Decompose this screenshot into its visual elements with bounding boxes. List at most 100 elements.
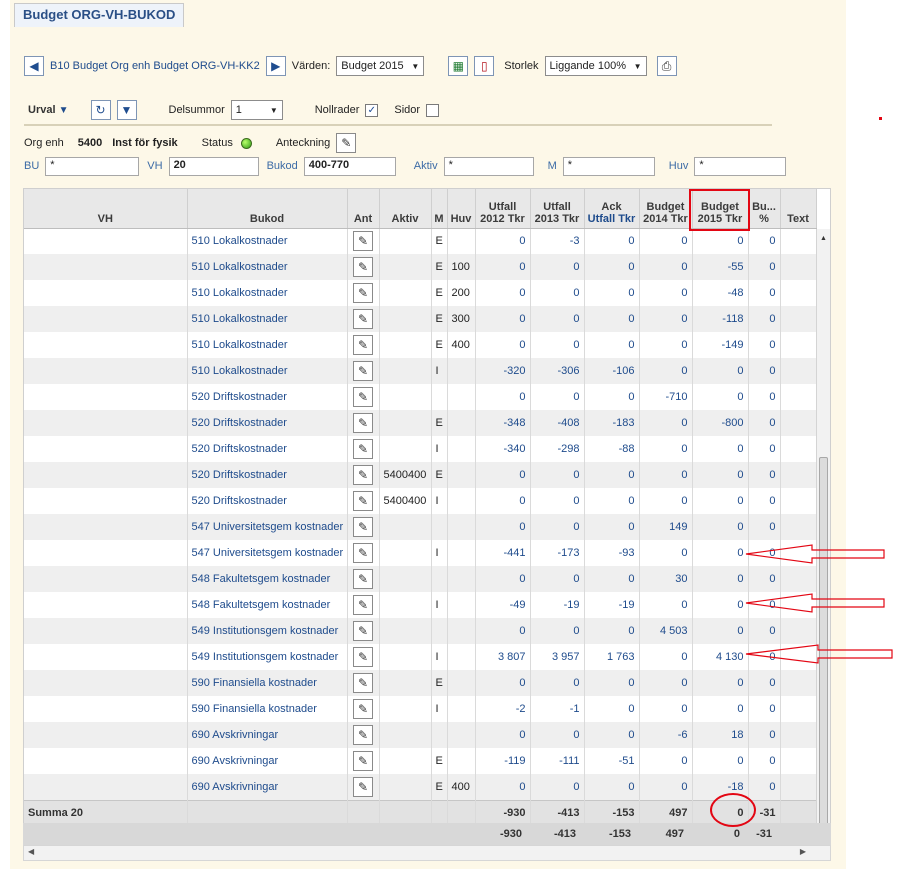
- size-select[interactable]: Liggande 100% ▼: [544, 56, 647, 76]
- cell-text[interactable]: [780, 566, 817, 592]
- table-row[interactable]: 549 Institutionsgem kostnader ✎ 0 0 0 4 503 0 0: [24, 618, 817, 644]
- pencil-icon[interactable]: ✎: [353, 335, 373, 355]
- pencil-icon[interactable]: ✎: [353, 465, 373, 485]
- table-row[interactable]: 510 Lokalkostnader ✎ E 100 0 0 0 0 -55 0: [24, 254, 817, 280]
- cell-bukod[interactable]: 510 Lokalkostnader: [187, 254, 348, 280]
- cell-budget-2015[interactable]: -118: [692, 306, 749, 332]
- cell-bukod[interactable]: 590 Finansiella kostnader: [187, 670, 348, 696]
- cell-bukod[interactable]: 690 Avskrivningar: [187, 722, 348, 748]
- urval-button[interactable]: Urval ▼: [28, 104, 69, 116]
- excel-export-icon[interactable]: ▦: [448, 56, 469, 76]
- cell-bukod[interactable]: 520 Driftskostnader: [187, 410, 348, 436]
- cell-text[interactable]: [780, 722, 817, 748]
- cell-text[interactable]: [780, 514, 817, 540]
- cell-bukod[interactable]: 549 Institutionsgem kostnader: [187, 644, 348, 670]
- pencil-icon[interactable]: ✎: [353, 569, 373, 589]
- cell-budget-2015[interactable]: 0: [692, 696, 749, 722]
- cell-bukod[interactable]: 690 Avskrivningar: [187, 748, 348, 774]
- cell-text[interactable]: [780, 462, 817, 488]
- cell-text[interactable]: [780, 254, 817, 280]
- column-header-bu-pct[interactable]: Bu...%: [748, 189, 781, 229]
- bukod-input[interactable]: 400-770: [303, 156, 396, 176]
- pencil-icon[interactable]: ✎: [353, 621, 373, 641]
- pencil-icon[interactable]: ✎: [353, 387, 373, 407]
- cell-budget-2015[interactable]: 0: [692, 592, 749, 618]
- column-header-utfall-2012[interactable]: Utfall 2012 Tkr: [475, 189, 531, 229]
- table-row[interactable]: 510 Lokalkostnader ✎ E 400 0 0 0 0 -149 0: [24, 332, 817, 358]
- pencil-icon[interactable]: ✎: [336, 133, 357, 153]
- pencil-icon[interactable]: ✎: [353, 776, 373, 797]
- cell-text[interactable]: [780, 670, 817, 696]
- pdf-export-icon[interactable]: ▯: [474, 56, 495, 76]
- print-icon[interactable]: ⎙: [656, 56, 677, 76]
- cell-bukod[interactable]: 510 Lokalkostnader: [187, 306, 348, 332]
- pencil-icon[interactable]: ✎: [353, 751, 373, 771]
- delsummor-select[interactable]: 1 ▼: [230, 100, 283, 120]
- pencil-icon[interactable]: ✎: [353, 439, 373, 459]
- table-row[interactable]: 510 Lokalkostnader ✎ E 200 0 0 0 0 -48 0: [24, 280, 817, 306]
- table-row[interactable]: 590 Finansiella kostnader ✎ I -2 -1 0 0 0 0: [24, 696, 817, 722]
- table-row[interactable]: 510 Lokalkostnader ✎ E 0 -3 0 0 0 0: [24, 228, 817, 254]
- cell-text[interactable]: [780, 228, 817, 254]
- table-row[interactable]: 690 Avskrivningar ✎ E -119 -111 -51 0 0 0: [24, 748, 817, 774]
- sidor-checkbox[interactable]: [426, 103, 440, 117]
- cell-budget-2015[interactable]: 0: [692, 436, 749, 462]
- table-row[interactable]: 520 Driftskostnader ✎ I -340 -298 -88 0 0 0: [24, 436, 817, 462]
- cell-text[interactable]: [780, 488, 817, 514]
- cell-budget-2015[interactable]: 0: [692, 748, 749, 774]
- column-header-aktiv[interactable]: Aktiv: [379, 189, 432, 229]
- aktiv-input[interactable]: *: [443, 156, 534, 176]
- cell-bukod[interactable]: 549 Institutionsgem kostnader: [187, 618, 348, 644]
- table-row[interactable]: 520 Driftskostnader ✎ E -348 -408 -183 0 -800 0: [24, 410, 817, 436]
- cell-bukod[interactable]: 548 Fakultetsgem kostnader: [187, 566, 348, 592]
- pencil-icon[interactable]: ✎: [353, 491, 373, 511]
- cell-budget-2015[interactable]: -149: [692, 332, 749, 358]
- cell-bukod[interactable]: 520 Driftskostnader: [187, 384, 348, 410]
- pencil-icon[interactable]: ✎: [353, 725, 373, 745]
- cell-text[interactable]: [780, 358, 817, 384]
- cell-budget-2015[interactable]: -800: [692, 410, 749, 436]
- cell-text[interactable]: [780, 774, 817, 800]
- cell-text[interactable]: [780, 618, 817, 644]
- nollrader-checkbox[interactable]: ✓: [365, 103, 379, 117]
- cell-text[interactable]: [780, 384, 817, 410]
- pencil-icon[interactable]: ✎: [353, 699, 373, 719]
- cell-budget-2015[interactable]: 18: [692, 722, 749, 748]
- table-row[interactable]: 548 Fakultetsgem kostnader ✎ I -49 -19 -19 0 0 0: [24, 592, 817, 618]
- pencil-icon[interactable]: ✎: [353, 543, 373, 563]
- table-row[interactable]: 520 Driftskostnader ✎ 0 0 0 -710 0 0: [24, 384, 817, 410]
- cell-budget-2015[interactable]: 0: [692, 540, 749, 566]
- cell-budget-2015[interactable]: 4 130: [692, 644, 749, 670]
- back-arrow-icon[interactable]: ◀: [24, 56, 44, 76]
- refresh-icon[interactable]: ↻: [90, 100, 111, 120]
- scroll-left-icon[interactable]: ◀: [28, 847, 34, 856]
- cell-budget-2015[interactable]: -55: [692, 254, 749, 280]
- cell-text[interactable]: [780, 306, 817, 332]
- cell-bukod[interactable]: 547 Universitetsgem kostnader: [187, 514, 348, 540]
- horizontal-scrollbar[interactable]: ◀ ▶: [23, 845, 831, 861]
- pencil-icon[interactable]: ✎: [353, 283, 373, 303]
- column-header-text[interactable]: Text: [780, 189, 817, 229]
- cell-budget-2015[interactable]: 0: [692, 514, 749, 540]
- cell-bukod[interactable]: 510 Lokalkostnader: [187, 332, 348, 358]
- pencil-icon[interactable]: ✎: [353, 309, 373, 329]
- cell-text[interactable]: [780, 748, 817, 774]
- table-row[interactable]: 690 Avskrivningar ✎ 0 0 0 -6 18 0: [24, 722, 817, 748]
- table-row[interactable]: 520 Driftskostnader ✎ 5400400 I 0 0 0 0 0 0: [24, 488, 817, 514]
- cell-text[interactable]: [780, 696, 817, 722]
- cell-bukod[interactable]: 520 Driftskostnader: [187, 488, 348, 514]
- cell-bukod[interactable]: 690 Avskrivningar: [187, 774, 348, 800]
- cell-bukod[interactable]: 520 Driftskostnader: [187, 462, 348, 488]
- table-row[interactable]: 510 Lokalkostnader ✎ I -320 -306 -106 0 0 0: [24, 358, 817, 384]
- cell-text[interactable]: [780, 332, 817, 358]
- table-row[interactable]: 547 Universitetsgem kostnader ✎ 0 0 0 149 0 0: [24, 514, 817, 540]
- column-header-bukod[interactable]: Bukod: [187, 189, 348, 229]
- cell-budget-2015[interactable]: 0: [692, 358, 749, 384]
- column-header-huv[interactable]: Huv: [447, 189, 476, 229]
- cell-bukod[interactable]: 510 Lokalkostnader: [187, 280, 348, 306]
- pencil-icon[interactable]: ✎: [353, 231, 373, 252]
- cell-budget-2015[interactable]: 0: [692, 670, 749, 696]
- table-row[interactable]: 590 Finansiella kostnader ✎ E 0 0 0 0 0 0: [24, 670, 817, 696]
- breadcrumb[interactable]: B10 Budget Org enh Budget ORG-VH-KK2: [50, 60, 260, 72]
- pencil-icon[interactable]: ✎: [353, 517, 373, 537]
